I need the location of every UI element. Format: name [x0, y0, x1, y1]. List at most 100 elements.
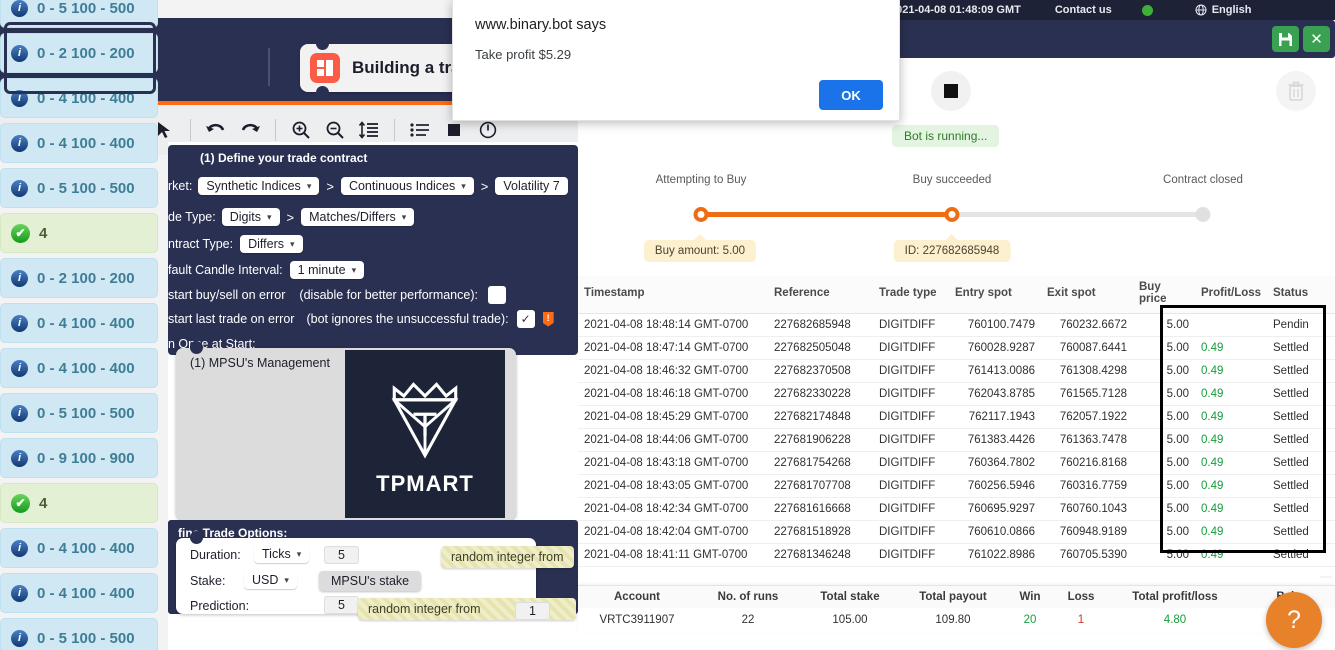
- language-selector[interactable]: English: [1195, 4, 1251, 16]
- contact-us-link[interactable]: Contact us: [1055, 4, 1112, 16]
- col-buy-price[interactable]: Buy price: [1133, 276, 1195, 314]
- stop-bot-button[interactable]: [931, 71, 971, 111]
- market-row: rket: Synthetic Indices ▾ > Continuous In…: [168, 177, 568, 195]
- contract-type-select[interactable]: Differs ▾: [240, 235, 303, 253]
- tpmart-watermark: TPMART: [345, 350, 505, 518]
- summary-total-payout: 109.80: [935, 614, 971, 626]
- col-exit-spot[interactable]: Exit spot: [1041, 276, 1133, 314]
- table-row[interactable]: 2021-04-08 18:46:32 GMT-0700 227682370508…: [578, 359, 1335, 383]
- market-select[interactable]: Synthetic Indices ▾: [198, 177, 320, 195]
- info-circle-icon: i: [11, 0, 28, 17]
- list-item[interactable]: ✔ 4: [0, 213, 158, 253]
- col-status[interactable]: Status: [1267, 276, 1335, 314]
- cell-buy-price: 5.00: [1133, 451, 1195, 475]
- stake-variable-chip[interactable]: MPSU's stake: [319, 571, 422, 591]
- col-timestamp[interactable]: Timestamp: [578, 276, 768, 314]
- journal-body: 2021-04-08 18:48:14 GMT-0700 227682685948…: [578, 313, 1335, 567]
- list-item[interactable]: i 0 - 5 100 - 500: [0, 168, 158, 208]
- duration-value-input[interactable]: 5: [324, 546, 359, 564]
- cell-buy-price: 5.00: [1133, 474, 1195, 498]
- cell-buy-price: 5.00: [1133, 497, 1195, 521]
- list-item[interactable]: i 0 - 5 100 - 500: [0, 618, 158, 650]
- info-circle-icon: i: [11, 179, 28, 197]
- col-entry-spot[interactable]: Entry spot: [949, 276, 1041, 314]
- table-row[interactable]: 2021-04-08 18:43:05 GMT-0700 227681707708…: [578, 474, 1335, 498]
- toolbar-divider: [190, 119, 191, 141]
- table-row[interactable]: 2021-04-08 18:42:34 GMT-0700 227681616668…: [578, 497, 1335, 521]
- clear-journal-button[interactable]: [1276, 71, 1316, 111]
- table-row[interactable]: 2021-04-08 18:42:04 GMT-0700 227681518928…: [578, 520, 1335, 544]
- list-item[interactable]: i 0 - 4 100 - 400: [0, 528, 158, 568]
- cell-buy-price: 5.00: [1133, 543, 1195, 567]
- table-row[interactable]: 2021-04-08 18:48:14 GMT-0700 227682685948…: [578, 313, 1335, 337]
- close-button[interactable]: ✕: [1303, 26, 1330, 52]
- cell-timestamp: 2021-04-08 18:46:18 GMT-0700: [578, 382, 768, 406]
- list-item[interactable]: i 0 - 5 100 - 500: [0, 393, 158, 433]
- contract-type-label: ntract Type:: [168, 237, 234, 251]
- col-profit-loss[interactable]: Profit/Loss: [1195, 276, 1267, 314]
- save-button[interactable]: [1272, 26, 1299, 52]
- trade-type-select[interactable]: Digits ▾: [221, 208, 280, 226]
- table-row[interactable]: 2021-04-08 18:47:14 GMT-0700 227682505048…: [578, 336, 1335, 360]
- table-row[interactable]: 2021-04-08 18:46:18 GMT-0700 227682330228…: [578, 382, 1335, 406]
- stake-unit-select[interactable]: USD ▾: [244, 571, 297, 589]
- duration-unit-select[interactable]: Ticks ▾: [254, 545, 310, 563]
- symbol-select[interactable]: Volatility 7: [495, 177, 568, 195]
- list-item[interactable]: i 0 - 4 100 - 400: [0, 348, 158, 388]
- table-row[interactable]: 2021-04-08 18:45:29 GMT-0700 227682174848…: [578, 405, 1335, 429]
- col-trade-type[interactable]: Trade type: [873, 276, 949, 314]
- warning-icon[interactable]: !: [542, 311, 554, 327]
- cell-exit-spot: 760948.9189: [1041, 520, 1133, 544]
- list-item-label: 0 - 5 100 - 500: [37, 629, 135, 647]
- table-row[interactable]: 2021-04-08 18:43:18 GMT-0700 227681754268…: [578, 451, 1335, 475]
- restart-last-checkbox[interactable]: ✓: [516, 310, 535, 328]
- define-contract-header: (1) Define your trade contract: [190, 147, 378, 169]
- tooltip-overlay-list[interactable]: i 0 - 5 100 - 500 i 0 - 2 100 - 200 i 0 - 4 1…: [0, 0, 158, 650]
- cell-status: Settled: [1267, 336, 1335, 360]
- candle-interval-select[interactable]: 1 minute ▾: [289, 261, 365, 279]
- prediction-random-value[interactable]: 1: [515, 602, 550, 620]
- cell-reference: 227681906228: [768, 428, 873, 452]
- list-item[interactable]: i 0 - 9 100 - 900: [0, 438, 158, 478]
- list-item[interactable]: i 0 - 4 100 - 400: [0, 573, 158, 613]
- journal-table-wrapper[interactable]: Timestamp Reference Trade type Entry spo…: [578, 276, 1335, 578]
- cell-status: Settled: [1267, 428, 1335, 452]
- cell-entry-spot: 761413.0086: [949, 359, 1041, 383]
- prediction-value-input[interactable]: 5: [324, 596, 359, 614]
- list-item[interactable]: i 0 - 2 100 - 200: [0, 33, 158, 73]
- table-row[interactable]: 2021-04-08 18:44:06 GMT-0700 227681906228…: [578, 428, 1335, 452]
- trade-subtype-select[interactable]: Matches/Differs ▾: [301, 208, 415, 226]
- list-item[interactable]: i 0 - 2 100 - 200: [0, 258, 158, 298]
- cell-profit-loss: 0.49: [1195, 336, 1267, 360]
- restart-buysell-checkbox[interactable]: [487, 286, 506, 304]
- summary-account: VRTC3911907: [599, 614, 675, 626]
- info-circle-icon: i: [11, 134, 28, 152]
- duration-label: Duration:: [190, 548, 241, 562]
- question-mark-icon: ?: [1287, 605, 1301, 634]
- col-reference[interactable]: Reference: [768, 276, 873, 314]
- chevron-down-icon: ▾: [461, 180, 466, 191]
- summary-col-profit-loss: Total profit/loss: [1108, 586, 1242, 608]
- info-circle-icon: i: [11, 539, 28, 557]
- submarket-select[interactable]: Continuous Indices ▾: [340, 177, 474, 195]
- list-item[interactable]: i 0 - 5 100 - 500: [0, 0, 158, 28]
- duration-random-chip[interactable]: random integer from: [441, 546, 574, 568]
- journal-scrollbar[interactable]: [1320, 576, 1332, 578]
- list-item-label: 0 - 9 100 - 900: [37, 449, 135, 467]
- globe-icon: [1195, 4, 1207, 16]
- trash-icon: [1288, 81, 1304, 101]
- list-item[interactable]: i 0 - 4 100 - 400: [0, 78, 158, 118]
- cell-exit-spot: 760087.6441: [1041, 336, 1133, 360]
- cell-trade-type: DIGITDIFF: [873, 382, 949, 406]
- table-row[interactable]: 2021-04-08 18:41:11 GMT-0700 227681346248…: [578, 543, 1335, 567]
- alert-ok-button[interactable]: OK: [819, 80, 883, 110]
- cell-timestamp: 2021-04-08 18:41:11 GMT-0700: [578, 543, 768, 567]
- list-item[interactable]: i 0 - 4 100 - 400: [0, 303, 158, 343]
- cell-entry-spot: 761022.8986: [949, 543, 1041, 567]
- cell-entry-spot: 760695.9297: [949, 497, 1041, 521]
- list-item[interactable]: ✔ 4: [0, 483, 158, 523]
- list-item[interactable]: i 0 - 4 100 - 400: [0, 123, 158, 163]
- cell-reference: 227681518928: [768, 520, 873, 544]
- cell-timestamp: 2021-04-08 18:44:06 GMT-0700: [578, 428, 768, 452]
- help-button[interactable]: ?: [1266, 592, 1322, 648]
